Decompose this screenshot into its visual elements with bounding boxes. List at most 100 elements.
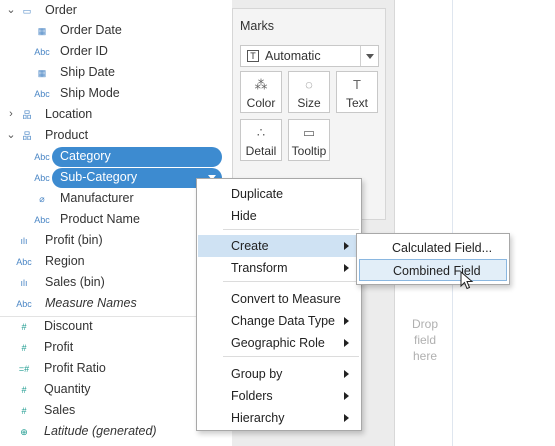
- submenu-arrow-icon: [344, 317, 349, 325]
- menu-item-label: Transform: [231, 261, 288, 275]
- field-order[interactable]: ⌄ ▭ Order: [0, 0, 232, 21]
- color-button[interactable]: ⁂ Color: [240, 71, 282, 113]
- field-label: Quantity: [44, 382, 91, 396]
- abc-icon: Abc: [16, 299, 32, 309]
- detail-icon: ∴: [256, 125, 266, 140]
- menu-item-geographic-role[interactable]: Geographic Role: [198, 332, 361, 354]
- field-label: Measure Names: [45, 296, 137, 310]
- marks-title: Marks: [240, 19, 275, 33]
- menu-item-label: Hierarchy: [231, 411, 285, 425]
- field-label: Profit: [44, 340, 74, 354]
- mark-button-label: Detail: [245, 144, 277, 158]
- size-icon: ◌: [305, 77, 313, 92]
- field-label: Latitude (generated): [44, 424, 157, 438]
- submenu-arrow-icon: [344, 264, 349, 272]
- create-submenu: Calculated Field... Combined Field: [356, 233, 510, 285]
- detail-button[interactable]: ∴ Detail: [240, 119, 282, 161]
- mark-type-dropdown[interactable]: T Automatic: [240, 45, 379, 67]
- menu-item-hierarchy[interactable]: Hierarchy: [198, 407, 361, 429]
- field-label: Sub-Category: [60, 170, 138, 184]
- mark-type-label: Automatic: [265, 49, 321, 63]
- menu-item-label: Convert to Measure: [231, 292, 341, 306]
- chevron-down-icon[interactable]: ⌄: [6, 129, 16, 141]
- menu-item-create[interactable]: Create: [198, 235, 361, 257]
- menu-item-label: Group by: [231, 367, 283, 381]
- calendar-icon: ▦: [37, 26, 47, 36]
- menu-item-label: Duplicate: [231, 187, 284, 201]
- submenu-item-combined-field[interactable]: Combined Field: [359, 259, 507, 281]
- abc-icon: Abc: [34, 47, 50, 57]
- field-label: Region: [45, 254, 85, 268]
- abc-icon: Abc: [34, 173, 50, 183]
- abc-icon: Abc: [34, 89, 50, 99]
- field-ship-date[interactable]: ▦ Ship Date: [0, 62, 232, 83]
- abc-icon: Abc: [16, 257, 32, 267]
- menu-item-transform[interactable]: Transform: [198, 257, 361, 279]
- submenu-arrow-icon: [344, 392, 349, 400]
- field-label: Order ID: [60, 44, 108, 58]
- paperclip-icon: ⌀: [39, 194, 45, 204]
- menu-item-convert-to-measure[interactable]: Convert to Measure: [198, 288, 361, 310]
- view-area: [395, 0, 555, 446]
- color-icon: ⁂: [254, 77, 268, 92]
- size-button[interactable]: ◌ Size: [288, 71, 330, 113]
- pointer-cursor-icon: [460, 271, 474, 290]
- submenu-item-label: Calculated Field...: [392, 241, 493, 255]
- field-location[interactable]: › 品 Location: [0, 104, 232, 125]
- submenu-item-calculated-field[interactable]: Calculated Field...: [359, 237, 507, 259]
- field-ship-mode[interactable]: Abc Ship Mode: [0, 83, 232, 104]
- menu-item-duplicate[interactable]: Duplicate: [198, 183, 361, 205]
- submenu-arrow-icon: [344, 414, 349, 422]
- bin-icon: ılı: [20, 278, 28, 288]
- chevron-right-icon[interactable]: ›: [6, 108, 16, 120]
- field-order-date[interactable]: ▦ Order Date: [0, 20, 232, 41]
- chevron-down-icon[interactable]: [360, 46, 378, 66]
- submenu-arrow-icon: [344, 339, 349, 347]
- calc-number-icon: =#: [18, 364, 30, 374]
- field-label: Product Name: [60, 212, 140, 226]
- field-label: Sales: [44, 403, 76, 417]
- tooltip-button[interactable]: ▭ Tooltip: [288, 119, 330, 161]
- field-label: Ship Date: [60, 65, 115, 79]
- menu-item-folders[interactable]: Folders: [198, 385, 361, 407]
- field-label: Ship Mode: [60, 86, 120, 100]
- mark-button-label: Text: [345, 96, 368, 110]
- menu-item-label: Geographic Role: [231, 336, 325, 350]
- tooltip-icon: ▭: [302, 125, 316, 140]
- field-label: Profit (bin): [45, 233, 103, 247]
- menu-item-label: Hide: [231, 209, 257, 223]
- hierarchy-icon: 品: [22, 110, 32, 120]
- chevron-down-icon[interactable]: ⌄: [6, 4, 16, 16]
- field-label: Category: [60, 149, 111, 163]
- number-icon: #: [21, 322, 27, 332]
- menu-separator: [223, 356, 359, 357]
- menu-item-group-by[interactable]: Group by: [198, 363, 361, 385]
- menu-item-label: Create: [231, 239, 269, 253]
- field-category[interactable]: Abc Category: [0, 146, 232, 167]
- text-icon: T: [353, 77, 361, 92]
- mark-button-label: Tooltip: [291, 144, 327, 158]
- text-mark-icon: T: [247, 50, 259, 62]
- mark-button-label: Size: [297, 96, 321, 110]
- field-context-menu: Duplicate Hide Create Transform Convert to M…: [196, 178, 362, 431]
- text-button[interactable]: T Text: [336, 71, 378, 113]
- menu-item-hide[interactable]: Hide: [198, 205, 361, 227]
- number-icon: #: [21, 406, 27, 416]
- submenu-arrow-icon: [344, 242, 349, 250]
- menu-item-label: Change Data Type: [231, 314, 336, 328]
- folder-icon: ▭: [22, 6, 32, 16]
- field-product[interactable]: ⌄ 品 Product: [0, 125, 232, 146]
- field-order-id[interactable]: Abc Order ID: [0, 41, 232, 62]
- menu-separator: [223, 229, 359, 230]
- field-label: Profit Ratio: [44, 361, 106, 375]
- menu-item-label: Folders: [231, 389, 273, 403]
- field-label: Order: [45, 3, 77, 17]
- abc-icon: Abc: [34, 215, 50, 225]
- menu-item-change-data-type[interactable]: Change Data Type: [198, 310, 361, 332]
- drop-guide-line: [452, 0, 453, 446]
- field-label: Order Date: [60, 23, 122, 37]
- globe-icon: ⊕: [20, 427, 28, 437]
- number-icon: #: [21, 385, 27, 395]
- submenu-arrow-icon: [344, 370, 349, 378]
- field-label: Product: [45, 128, 89, 142]
